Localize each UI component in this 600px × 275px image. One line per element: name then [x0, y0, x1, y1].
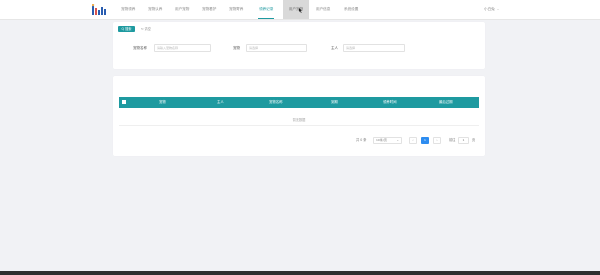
page-size-value: 10条/页 [376, 138, 387, 142]
nav-item-pet-care[interactable]: 宠物看护 [199, 0, 219, 19]
column-header-owner[interactable]: 主人 [217, 97, 224, 108]
nav-item-pet-sponsorship[interactable]: 宠物认养 [145, 0, 165, 19]
goto-page-input[interactable]: 1 [458, 137, 469, 144]
nav-item-adoption-records[interactable]: 领养记录 [256, 0, 276, 19]
page-size-select[interactable]: 10条/页 ⌄ [373, 137, 402, 144]
pet-name-label: 宠物名称 [133, 46, 147, 50]
nav-item-user-pets[interactable]: 用户宠物 [172, 0, 192, 19]
reset-button[interactable]: ↻清空 [137, 26, 155, 32]
reset-icon: ↻ [141, 27, 144, 31]
reset-label: 清空 [144, 27, 151, 31]
chevron-down-icon: ⌄ [396, 138, 399, 142]
nav-item-pet-boarding[interactable]: 宠物寄养 [226, 0, 246, 19]
column-header-last-expiry[interactable]: 最后过期 [439, 97, 453, 108]
nav-item-user-pets-2[interactable]: 用户宠物 [283, 0, 309, 19]
search-button[interactable]: Q 搜索 [118, 26, 135, 32]
pet-label: 宠物 [233, 46, 240, 50]
window-bottom-edge [0, 271, 600, 275]
nav-item-pet-adoption[interactable]: 宠物领养 [118, 0, 138, 19]
logo-icon[interactable] [92, 4, 108, 16]
nav-item-user-info[interactable]: 用户信息 [313, 0, 333, 19]
chevron-down-icon: ⌄ [496, 7, 500, 11]
column-header-expiry[interactable]: 到期 [331, 97, 338, 108]
pagination-total: 共 0 条 [356, 138, 367, 142]
goto-label: 前往 [449, 138, 456, 142]
page-suffix: 页 [472, 138, 476, 142]
next-page-button[interactable]: › [433, 137, 441, 144]
owner-select[interactable]: 请选择 [343, 44, 405, 52]
pet-select[interactable]: 请选择 [246, 44, 307, 52]
mouse-cursor-icon [299, 8, 302, 13]
top-navigation-bar: 宠物领养 宠物认养 用户宠物 宠物看护 宠物寄养 领养记录 用户宠物 用户信息 … [0, 0, 600, 20]
column-header-pet[interactable]: 宠物 [159, 97, 166, 108]
nav-item-system-settings[interactable]: 系统设置 [341, 0, 361, 19]
user-menu[interactable]: 小白兔 ⌄ [484, 0, 499, 19]
search-card: Q 搜索 ↻清空 宠物名称 请输入宠物名称 宠物 请选择 主人 请选择 [113, 22, 485, 69]
table-header: 宠物 主人 宠物名称 到期 领养时间 最后过期 [119, 97, 479, 108]
select-all-checkbox[interactable] [122, 100, 126, 104]
pet-name-input[interactable]: 请输入宠物名称 [154, 44, 211, 52]
table-divider [119, 125, 479, 126]
empty-table-message: 暂无数据 [292, 118, 306, 122]
column-header-pet-name[interactable]: 宠物名称 [269, 97, 283, 108]
prev-page-button[interactable]: ‹ [409, 137, 417, 144]
user-name: 小白兔 [484, 7, 495, 11]
owner-label: 主人 [331, 46, 338, 50]
table-card: 宠物 主人 宠物名称 到期 领养时间 最后过期 暂无数据 共 0 条 10条/页… [113, 76, 485, 156]
page-number-current[interactable]: 1 [421, 137, 429, 144]
column-header-adoption-time[interactable]: 领养时间 [383, 97, 397, 108]
